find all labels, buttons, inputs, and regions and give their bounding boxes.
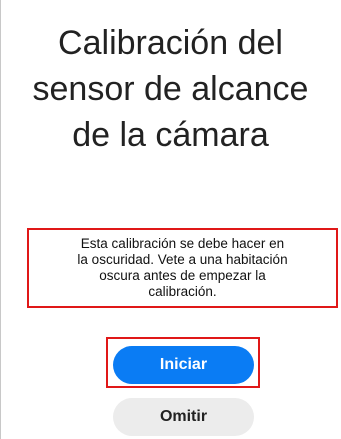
instruction-message: Esta calibración se debe hacer en la osc… (77, 236, 287, 300)
title-line-1: Calibración del (58, 24, 283, 62)
page-title: Calibración del sensor de alcance de la … (0, 20, 341, 158)
message-line-1: Esta calibración se debe hacer en (80, 236, 285, 251)
title-line-3: de la cámara (72, 116, 269, 154)
message-line-3: oscura antes de empezar la (99, 268, 266, 283)
instruction-message-box: Esta calibración se debe hacer en la osc… (27, 228, 338, 308)
start-button[interactable]: Iniciar (113, 346, 254, 384)
title-line-2: sensor de alcance (32, 70, 309, 108)
message-line-2: la oscuridad. Vete a una habitación (77, 252, 288, 267)
message-line-4: calibración. (148, 284, 217, 299)
skip-button[interactable]: Omitir (113, 398, 254, 436)
